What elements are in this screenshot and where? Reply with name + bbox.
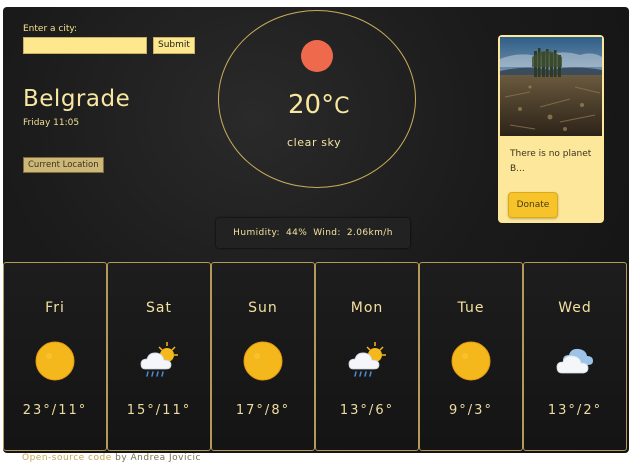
wind-value: 2.06km/h xyxy=(346,228,393,238)
humidity-label: Humidity: xyxy=(233,228,280,238)
forecast-temps: 23°/11° xyxy=(22,403,88,418)
weather-stats: Humidity: 44% Wind: 2.06km/h xyxy=(216,218,410,248)
current-location-button[interactable]: Current Location xyxy=(23,157,104,173)
donate-message: There is no planet B... xyxy=(510,149,592,174)
sun-icon xyxy=(35,341,75,381)
forecast-day-name: Fri xyxy=(45,300,65,316)
forecast-day-name: Sat xyxy=(146,300,172,316)
humidity-value: 44% xyxy=(285,228,308,238)
celsius-unit-link[interactable]: C xyxy=(334,94,349,119)
current-temperature: 20°C xyxy=(288,90,349,120)
wind-label: Wind: xyxy=(313,228,341,238)
forecast-temps: 17°/8° xyxy=(235,403,291,418)
clear-sky-sun-icon xyxy=(301,40,333,72)
forecast-day-name: Sun xyxy=(248,300,278,316)
forecast-day: Tue 9°/3° xyxy=(419,262,523,451)
current-datetime: Friday 11:05 xyxy=(23,118,80,128)
rain-cloud-sun-icon xyxy=(348,342,386,377)
weather-description: clear sky xyxy=(287,136,342,149)
forecast-day-name: Wed xyxy=(558,300,592,316)
forecast-row: Fri 23°/11° Sat 15°/11° Sun 17°/8° Mon 1… xyxy=(3,262,627,451)
forecast-temps: 13°/2° xyxy=(547,403,603,418)
sun-icon xyxy=(243,341,283,381)
forecast-day: Mon 13°/6° xyxy=(315,262,419,451)
forecast-day: Wed 13°/2° xyxy=(523,262,627,451)
footer: Open-source code by Andrea Jovicic xyxy=(22,453,201,463)
sun-icon xyxy=(451,341,491,381)
city-search-label: Enter a city: xyxy=(23,24,78,34)
rain-cloud-sun-icon xyxy=(140,342,178,377)
forecast-temps: 9°/3° xyxy=(449,403,493,418)
temperature-value: 20° xyxy=(288,90,335,120)
footer-author: by Andrea Jovicic xyxy=(115,453,201,463)
forecast-day: Fri 23°/11° xyxy=(3,262,107,451)
forecast-day-name: Tue xyxy=(457,300,485,316)
city-search-input[interactable] xyxy=(23,37,147,54)
cloud-icon xyxy=(556,348,593,374)
submit-button[interactable]: Submit xyxy=(153,37,195,54)
city-name: Belgrade xyxy=(23,86,131,112)
source-code-link[interactable]: Open-source code xyxy=(22,453,112,463)
forecast-day: Sat 15°/11° xyxy=(107,262,211,451)
donate-button[interactable]: Donate xyxy=(508,192,558,218)
donate-card: There is no planet B... Donate xyxy=(498,35,604,223)
forecast-temps: 13°/6° xyxy=(339,403,395,418)
forecast-day-name: Mon xyxy=(350,300,384,316)
forest-landscape-image xyxy=(500,37,602,136)
forecast-temps: 15°/11° xyxy=(126,403,192,418)
forecast-day: Sun 17°/8° xyxy=(211,262,315,451)
